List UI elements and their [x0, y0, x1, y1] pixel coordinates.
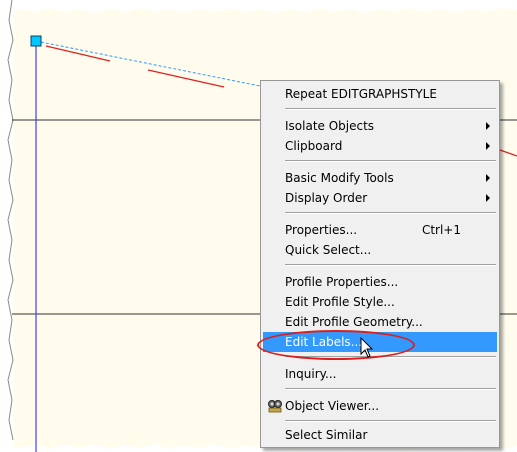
menu-item-edit-profile-geometry[interactable]: Edit Profile Geometry...	[263, 312, 497, 332]
torn-edge-left	[0, 0, 13, 452]
menu-item-clipboard[interactable]: Clipboard	[263, 136, 497, 156]
menu-item-basic-modify-tools[interactable]: Basic Modify Tools	[263, 168, 497, 188]
menu-item-label: Display Order	[285, 191, 368, 205]
menu-item-properties[interactable]: Properties... Ctrl+1	[263, 220, 497, 240]
menu-item-label: Properties...	[285, 223, 358, 237]
submenu-arrow-icon	[486, 142, 490, 150]
menu-item-select-similar[interactable]: Select Similar	[263, 425, 497, 445]
menu-item-profile-properties[interactable]: Profile Properties...	[263, 272, 497, 292]
menu-item-label: Profile Properties...	[285, 275, 399, 289]
context-menu: Repeat EDITGRAPHSTYLE Isolate Objects Cl…	[260, 80, 500, 448]
menu-separator	[285, 420, 496, 422]
menu-separator	[285, 108, 496, 110]
menu-item-label: Object Viewer...	[285, 399, 380, 413]
menu-item-label: Select Similar	[285, 428, 368, 442]
submenu-arrow-icon	[486, 194, 490, 202]
menu-item-label: Basic Modify Tools	[285, 171, 394, 185]
menu-separator	[285, 264, 496, 266]
menu-item-isolate-objects[interactable]: Isolate Objects	[263, 116, 497, 136]
submenu-arrow-icon	[486, 174, 490, 182]
menu-item-label: Clipboard	[285, 139, 343, 153]
submenu-arrow-icon	[486, 122, 490, 130]
menu-separator	[285, 212, 496, 214]
menu-item-label: Inquiry...	[285, 367, 337, 381]
menu-item-label: Edit Profile Style...	[285, 295, 395, 309]
object-viewer-icon	[268, 400, 282, 413]
menu-item-label: Edit Profile Geometry...	[285, 315, 423, 329]
menu-item-label: Repeat EDITGRAPHSTYLE	[285, 87, 437, 101]
menu-item-display-order[interactable]: Display Order	[263, 188, 497, 208]
menu-item-repeat[interactable]: Repeat EDITGRAPHSTYLE	[263, 84, 497, 104]
menu-item-shortcut: Ctrl+1	[421, 223, 461, 237]
menu-item-edit-profile-style[interactable]: Edit Profile Style...	[263, 292, 497, 312]
menu-item-label: Isolate Objects	[285, 119, 375, 133]
menu-item-inquiry[interactable]: Inquiry...	[263, 364, 497, 384]
menu-item-quick-select[interactable]: Quick Select...	[263, 240, 497, 260]
menu-separator	[285, 160, 496, 162]
menu-separator	[285, 388, 496, 390]
menu-item-label: Quick Select...	[285, 243, 372, 257]
menu-item-object-viewer[interactable]: Object Viewer...	[263, 396, 497, 416]
annotation-highlight-oval	[257, 330, 415, 360]
mouse-cursor-icon	[360, 337, 374, 358]
